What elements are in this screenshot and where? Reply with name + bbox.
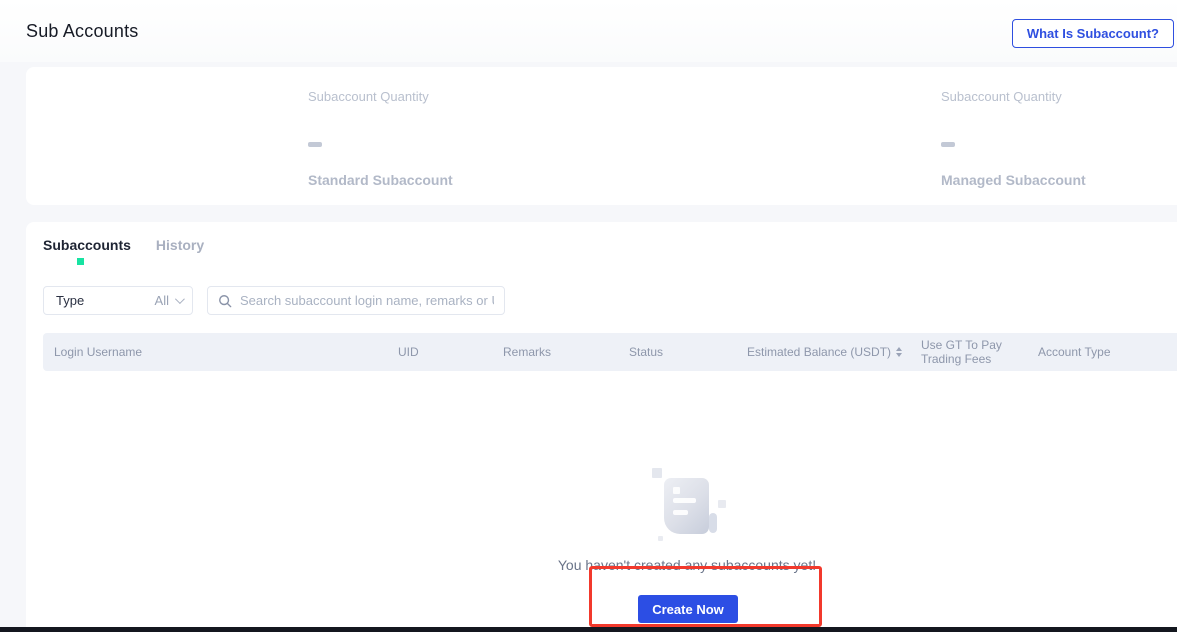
managed-subaccount-stat: Subaccount Quantity Managed Subaccount [941,67,1086,188]
table-header: Login Username UID Remarks Status Estima… [43,333,1177,371]
empty-state-message: You haven't created any subaccounts yet! [557,557,817,573]
active-tab-indicator [77,258,84,265]
type-filter-value: All [154,293,169,308]
column-uid: UID [398,345,419,359]
type-filter-select[interactable]: Type All [43,286,193,315]
decor-pill [709,513,717,533]
stat-label: Subaccount Quantity [308,89,429,104]
stat-label: Subaccount Quantity [941,89,1062,104]
column-use-gt-fees: Use GT To Pay Trading Fees [921,338,1002,366]
decor-square [718,500,726,508]
tab-bar: Subaccounts History [43,237,204,265]
document-line [673,498,696,503]
column-status: Status [629,345,664,359]
column-estimated-balance[interactable]: Estimated Balance (USDT) [747,333,903,371]
document-bullet [673,487,680,494]
page-title: Sub Accounts [26,21,139,41]
tab-subaccounts[interactable]: Subaccounts [43,237,131,265]
document-shape [664,478,709,534]
top-bar: Sub Accounts What Is Subaccount? [0,0,1177,62]
column-account-type: Account Type [1038,345,1111,359]
stat-value-placeholder [308,142,322,147]
bottom-black-bar [0,627,1177,632]
tab-history[interactable]: History [156,237,204,265]
tab-subaccounts-label: Subaccounts [43,237,131,253]
what-is-subaccount-button[interactable]: What Is Subaccount? [1011,19,1174,48]
stat-name: Standard Subaccount [308,172,453,188]
column-estimated-balance-label: Estimated Balance (USDT) [747,345,892,359]
type-filter-label: Type [56,293,85,308]
decor-dot [658,536,663,541]
search-box [207,286,505,315]
column-login-username: Login Username [54,345,143,359]
search-input[interactable] [240,293,494,308]
chevron-down-icon [174,294,185,305]
empty-state-document-icon [650,462,740,547]
sort-icon[interactable] [896,347,903,357]
standard-subaccount-stat: Subaccount Quantity Standard Subaccount [308,67,453,188]
search-icon [219,294,232,307]
sub-accounts-page: Sub Accounts What Is Subaccount? Subacco… [0,0,1177,632]
document-line [673,510,688,515]
create-now-button[interactable]: Create Now [638,595,738,623]
column-remarks: Remarks [503,345,552,359]
stat-name: Managed Subaccount [941,172,1086,188]
stat-value-placeholder [941,142,955,147]
tab-history-label: History [155,237,205,253]
decor-square [652,468,662,478]
filter-row: Type All [43,286,505,315]
stats-card: Subaccount Quantity Standard Subaccount … [26,67,1177,205]
